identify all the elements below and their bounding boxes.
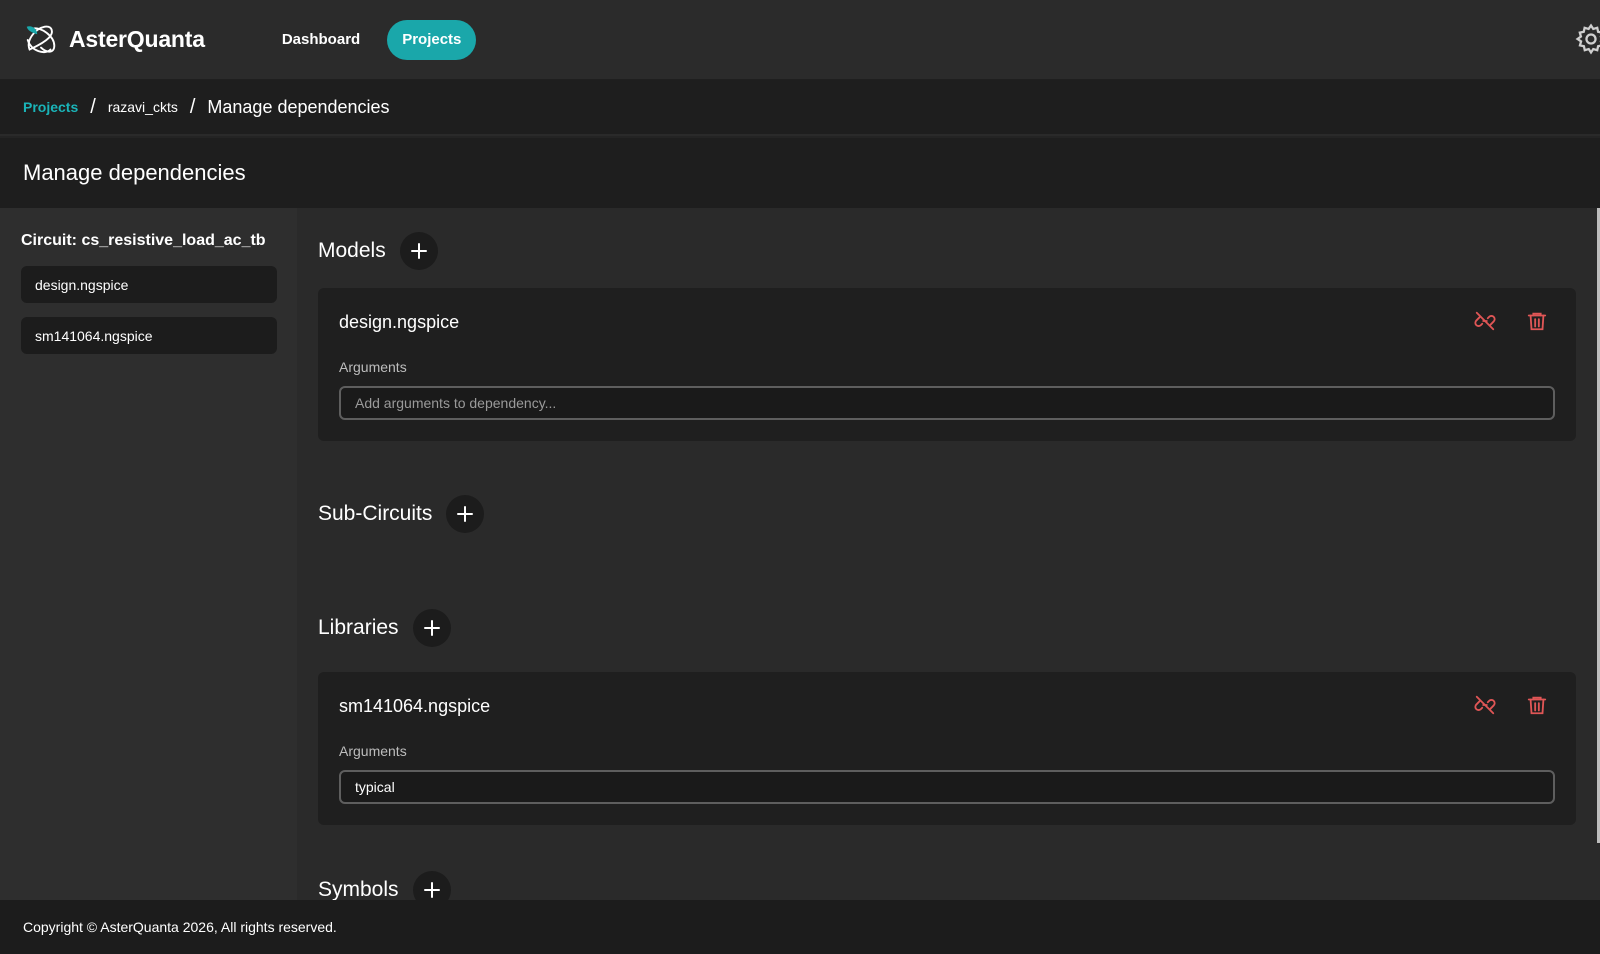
- brand[interactable]: AsterQuanta: [22, 21, 205, 59]
- dependency-actions: [1474, 310, 1548, 332]
- sidebar-circuit-title: Circuit: cs_resistive_load_ac_tb: [21, 232, 266, 249]
- breadcrumb: Projects / razavi_ckts / Manage dependen…: [0, 80, 1600, 136]
- symbols-title: Symbols: [318, 878, 399, 900]
- atom-logo-icon: [26, 25, 56, 53]
- dependency-card: sm141064.ngspice Arguments: [318, 672, 1576, 825]
- plus-icon: [457, 506, 474, 522]
- trash-icon[interactable]: [1526, 694, 1548, 716]
- add-model-button[interactable]: [399, 232, 438, 270]
- gear-icon[interactable]: [1574, 22, 1600, 56]
- breadcrumb-current: Manage dependencies: [207, 96, 390, 117]
- page-header: Manage dependencies: [0, 138, 1600, 208]
- plus-icon: [423, 882, 440, 898]
- nav-projects[interactable]: Projects: [387, 19, 477, 60]
- arguments-label: Arguments: [339, 743, 407, 759]
- add-library-button[interactable]: [412, 609, 451, 647]
- dependency-actions: [1474, 694, 1548, 716]
- arguments-input[interactable]: [339, 770, 1555, 804]
- sidebar: Circuit: cs_resistive_load_ac_tb design.…: [0, 208, 297, 900]
- models-header: Models: [318, 231, 438, 271]
- libraries-header: Libraries: [318, 608, 451, 648]
- nav-links: Dashboard Projects: [267, 19, 477, 60]
- footer: Copyright © AsterQuanta 2026, All rights…: [0, 900, 1600, 954]
- dependency-card: design.ngspice Arguments: [318, 288, 1576, 441]
- libraries-title: Libraries: [318, 616, 399, 639]
- dependency-name: design.ngspice: [339, 312, 460, 332]
- sidebar-item-design[interactable]: design.ngspice: [21, 266, 277, 303]
- arguments-label: Arguments: [339, 359, 407, 375]
- subcircuits-header: Sub-Circuits: [318, 494, 485, 534]
- top-navbar: AsterQuanta Dashboard Projects: [0, 0, 1600, 80]
- dependency-name: sm141064.ngspice: [339, 696, 491, 716]
- subcircuits-section: Sub-Circuits: [318, 494, 485, 534]
- arguments-input[interactable]: [339, 386, 1555, 420]
- subcircuits-title: Sub-Circuits: [318, 502, 433, 525]
- add-symbol-button[interactable]: [412, 871, 451, 900]
- breadcrumb-separator: /: [90, 95, 96, 118]
- trash-icon[interactable]: [1526, 310, 1548, 332]
- breadcrumb-project[interactable]: razavi_ckts: [108, 99, 178, 115]
- symbols-header: Symbols: [318, 870, 451, 900]
- unlink-icon[interactable]: [1474, 310, 1496, 332]
- models-section: Models: [318, 231, 438, 271]
- unlink-icon[interactable]: [1474, 694, 1496, 716]
- breadcrumb-projects[interactable]: Projects: [23, 99, 78, 115]
- libraries-section: Libraries: [318, 608, 451, 648]
- sidebar-item-sm141064[interactable]: sm141064.ngspice: [21, 317, 277, 354]
- nav-dashboard[interactable]: Dashboard: [267, 20, 375, 60]
- plus-icon: [423, 620, 440, 636]
- main-content[interactable]: Models design.ngspice Arguments Add argu…: [297, 208, 1600, 900]
- breadcrumb-separator: /: [189, 95, 196, 118]
- page-title: Manage dependencies: [23, 160, 246, 185]
- plus-icon: [410, 243, 427, 259]
- models-title: Models: [318, 239, 386, 262]
- symbols-section: Symbols: [318, 870, 451, 900]
- footer-copyright: Copyright © AsterQuanta 2026, All rights…: [23, 919, 337, 935]
- brand-name: AsterQuanta: [69, 26, 205, 52]
- add-subcircuit-button[interactable]: [446, 495, 485, 533]
